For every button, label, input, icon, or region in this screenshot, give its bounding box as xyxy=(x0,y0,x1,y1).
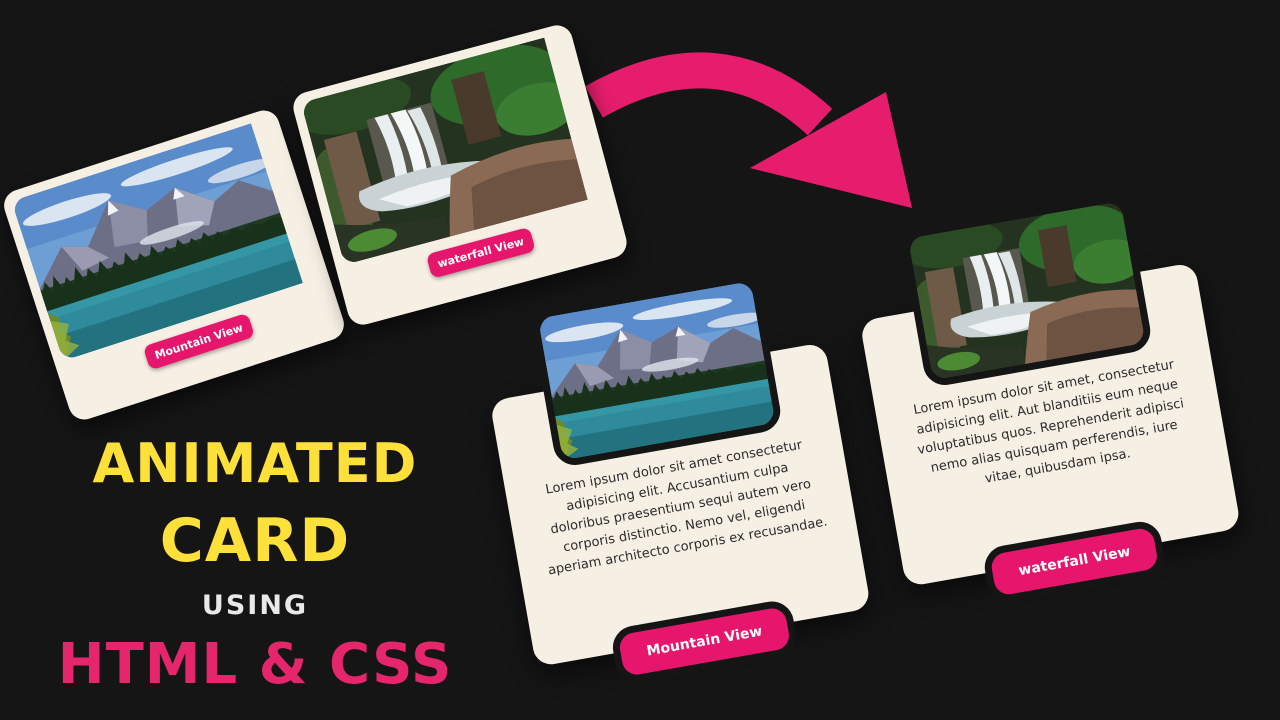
title-html-css: HTML & CSS xyxy=(57,632,453,697)
title-using: USING xyxy=(201,590,309,621)
title-animated: ANIMATED xyxy=(92,432,418,495)
waterfall-big-card-group: Lorem ipsum dolor sit amet, consectetur … xyxy=(846,183,1247,616)
mountain-small-card[interactable]: Mountain View xyxy=(0,106,349,424)
stage: Mountain View waterfall View Lorem ipsum… xyxy=(0,0,1280,720)
title-card: CARD xyxy=(159,506,351,576)
waterfall-small-card[interactable]: waterfall View xyxy=(289,21,631,329)
mountain-big-card-group: Lorem ipsum dolor sit amet consectetur a… xyxy=(476,263,877,696)
waterfall-photo xyxy=(300,33,605,265)
curved-arrow-icon xyxy=(585,52,912,208)
mountain-photo xyxy=(11,118,320,361)
